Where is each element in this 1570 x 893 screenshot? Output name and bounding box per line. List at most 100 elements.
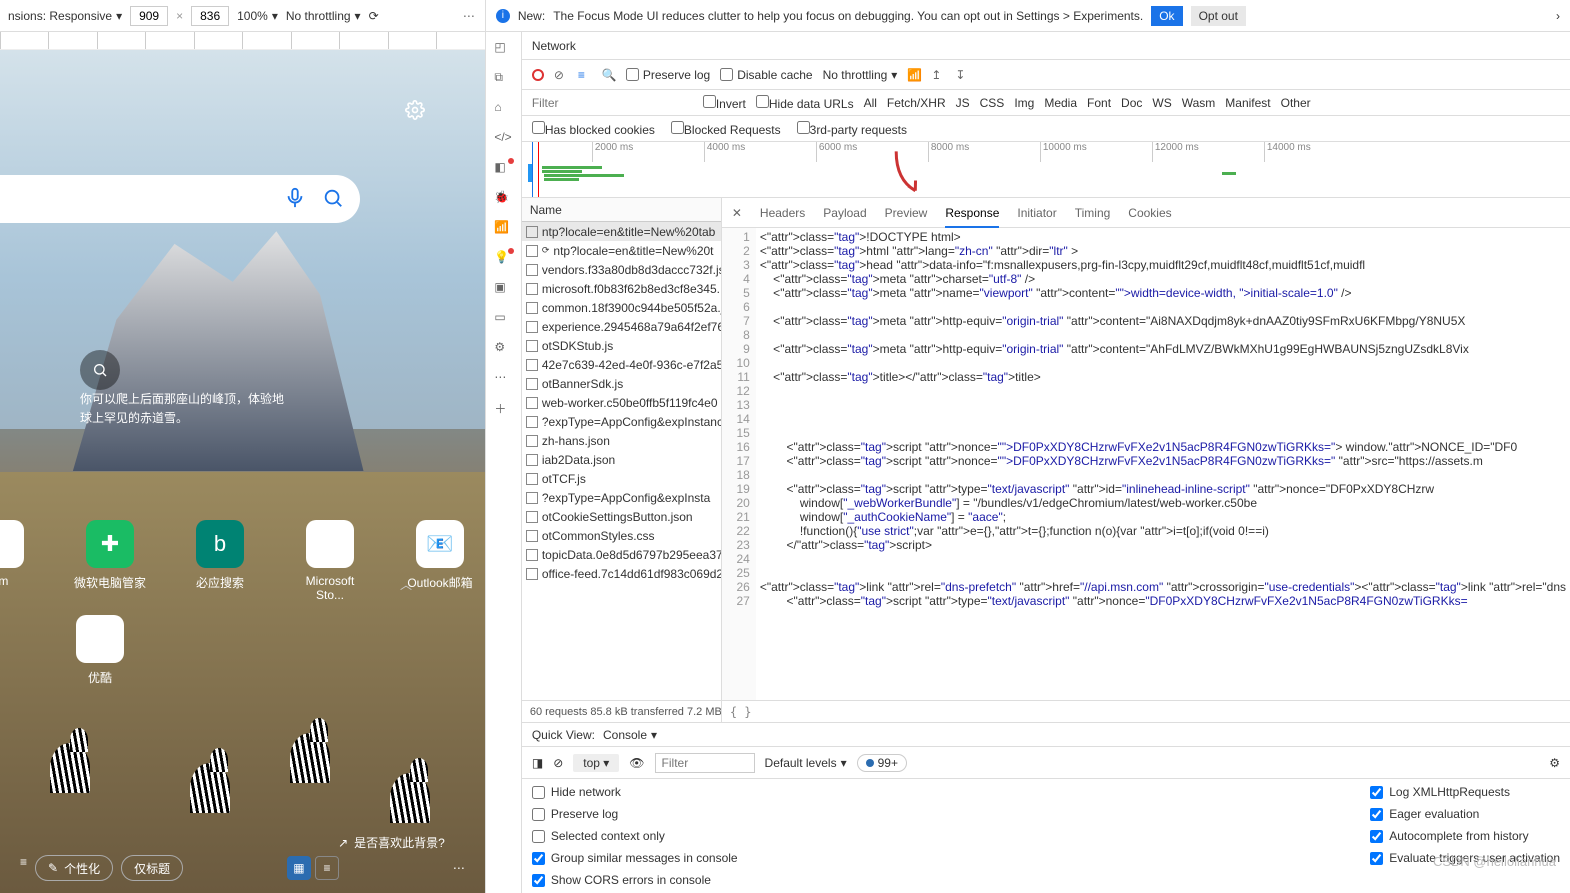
request-row[interactable]: microsoft.f0b83f62b8ed3cf8e345.	[522, 279, 721, 298]
type-fetch/xhr[interactable]: Fetch/XHR	[887, 96, 946, 110]
hide-urls-checkbox[interactable]: Hide data URLs	[756, 95, 854, 111]
request-row[interactable]: iab2Data.json	[522, 450, 721, 469]
request-row[interactable]: otBannerSdk.js	[522, 374, 721, 393]
clear-console-icon[interactable]: ⊘	[553, 756, 563, 770]
request-row[interactable]: otSDKStub.js	[522, 336, 721, 355]
tab-response[interactable]: Response	[945, 200, 999, 228]
console-opt[interactable]: Selected context only	[532, 829, 738, 843]
dimensions-dropdown[interactable]: nsions: Responsive ▾	[8, 9, 122, 23]
record-button[interactable]	[532, 69, 544, 81]
type-other[interactable]: Other	[1281, 96, 1311, 110]
tile-2[interactable]: b必应搜索	[180, 520, 260, 602]
third-party[interactable]: 3rd-party requests	[797, 121, 907, 137]
type-js[interactable]: JS	[956, 96, 970, 110]
type-doc[interactable]: Doc	[1121, 96, 1142, 110]
request-row[interactable]: experience.2945468a79a64f2ef76.	[522, 317, 721, 336]
type-media[interactable]: Media	[1044, 96, 1077, 110]
console-opt[interactable]: Hide network	[532, 785, 738, 799]
memory-icon[interactable]: ▣	[494, 280, 512, 298]
menu-icon[interactable]: ≡	[20, 855, 27, 881]
type-wasm[interactable]: Wasm	[1182, 96, 1216, 110]
request-row[interactable]: office-feed.7c14dd61df983c069d2	[522, 564, 721, 583]
zoom-dropdown[interactable]: 100% ▾	[237, 9, 278, 23]
close-icon[interactable]: ✕	[732, 206, 742, 220]
height-input[interactable]	[191, 6, 229, 26]
request-row[interactable]: otTCF.js	[522, 469, 721, 488]
tile-1[interactable]: ✚微软电脑管家	[70, 520, 150, 602]
download-icon[interactable]: ↧	[955, 68, 969, 82]
request-row[interactable]: otCookieSettingsButton.json	[522, 507, 721, 526]
search-icon[interactable]: 🔍	[602, 68, 616, 82]
tab-initiator[interactable]: Initiator	[1017, 200, 1056, 226]
request-row[interactable]: vendors.f33a80db8d3daccc732f.js	[522, 260, 721, 279]
request-row[interactable]: ?expType=AppConfig&expInstanc	[522, 412, 721, 431]
request-row[interactable]: 42e7c639-42ed-4e0f-936c-e7f2a5	[522, 355, 721, 374]
tab-payload[interactable]: Payload	[823, 200, 866, 226]
upload-icon[interactable]: ↥	[931, 68, 945, 82]
type-all[interactable]: All	[864, 96, 877, 110]
expand-icon[interactable]: ›	[1556, 9, 1560, 23]
throttle-select[interactable]: No throttling ▾	[823, 68, 898, 82]
sources-icon[interactable]: </>	[494, 130, 512, 148]
clear-icon[interactable]: ⊘	[554, 68, 568, 82]
optout-button[interactable]: Opt out	[1191, 6, 1246, 26]
name-column-header[interactable]: Name	[522, 198, 721, 222]
type-img[interactable]: Img	[1014, 96, 1034, 110]
more-icon[interactable]: ⋯	[463, 9, 477, 23]
request-row[interactable]: otCommonStyles.css	[522, 526, 721, 545]
add-icon[interactable]: ＋	[494, 400, 512, 418]
console-opt[interactable]: Show CORS errors in console	[532, 873, 738, 887]
throttle-dropdown[interactable]: No throttling ▾	[286, 9, 361, 23]
request-row[interactable]: ?expType=AppConfig&expInsta	[522, 488, 721, 507]
performance-icon[interactable]: 💡	[494, 250, 512, 268]
console-opt[interactable]: Group similar messages in console	[532, 851, 738, 865]
issues-badge[interactable]: 99+	[857, 754, 907, 772]
console-dropdown[interactable]: Console ▾	[603, 728, 657, 742]
request-row[interactable]: ntp?locale=en&title=New%20tab	[522, 222, 721, 241]
console-opt[interactable]: Autocomplete from history	[1370, 829, 1560, 843]
network-tab-label[interactable]: Network	[532, 39, 576, 53]
type-font[interactable]: Font	[1087, 96, 1111, 110]
tab-headers[interactable]: Headers	[760, 200, 805, 226]
network-icon[interactable]: 📶	[494, 220, 512, 238]
disable-cache[interactable]: Disable cache	[720, 68, 812, 82]
levels-select[interactable]: Default levels ▾	[765, 756, 847, 770]
more-rail-icon[interactable]: ⋯	[494, 370, 512, 388]
request-row[interactable]: topicData.0e8d5d6797b295eea37	[522, 545, 721, 564]
brace-row[interactable]: { }	[722, 700, 1570, 722]
context-select[interactable]: top ▾	[573, 754, 619, 772]
type-css[interactable]: CSS	[980, 96, 1005, 110]
console-opt[interactable]: Log XMLHttpRequests	[1370, 785, 1560, 799]
console-icon[interactable]: ◧	[494, 160, 512, 178]
layout-toggle[interactable]: ▦≡	[287, 856, 339, 880]
inspect-icon[interactable]: ◰	[494, 40, 512, 58]
request-row[interactable]: web-worker.c50be0ffb5f119fc4e0	[522, 393, 721, 412]
blocked-requests[interactable]: Blocked Requests	[671, 121, 781, 137]
blocked-cookies[interactable]: Has blocked cookies	[532, 121, 655, 137]
tabonly-button[interactable]: 仅标题	[121, 855, 183, 881]
ok-button[interactable]: Ok	[1151, 6, 1182, 26]
filter-input[interactable]	[526, 93, 693, 113]
console-settings-icon[interactable]: ⚙	[1549, 756, 1560, 770]
invert-checkbox[interactable]: Invert	[703, 95, 746, 111]
settings-icon[interactable]	[405, 100, 425, 123]
rotate-icon[interactable]: ⟳	[369, 9, 379, 23]
type-manifest[interactable]: Manifest	[1225, 96, 1270, 110]
search-icon[interactable]	[322, 187, 344, 212]
search-bar[interactable]	[0, 175, 360, 223]
filter-icon[interactable]: ≡	[578, 68, 592, 82]
tile-3[interactable]: 🛍Microsoft Sto...	[290, 520, 370, 602]
timeline[interactable]: 2000 ms4000 ms6000 ms8000 ms10000 ms1200…	[522, 142, 1570, 198]
tile-0[interactable]: ◧om	[0, 520, 40, 602]
tile-4[interactable]: 📧Outlook邮箱	[400, 520, 480, 602]
tile-5[interactable]: ▶优酷	[60, 615, 140, 686]
console-opt[interactable]: Preserve log	[532, 807, 738, 821]
console-filter[interactable]	[655, 753, 755, 773]
tab-timing[interactable]: Timing	[1075, 200, 1111, 226]
device-icon[interactable]: ⧉	[494, 70, 512, 88]
type-ws[interactable]: WS	[1152, 96, 1171, 110]
application-icon[interactable]: ▭	[494, 310, 512, 328]
response-code[interactable]: 1234567891011121314151617181920212223242…	[722, 228, 1570, 700]
preserve-log[interactable]: Preserve log	[626, 68, 710, 82]
tab-preview[interactable]: Preview	[885, 200, 928, 226]
